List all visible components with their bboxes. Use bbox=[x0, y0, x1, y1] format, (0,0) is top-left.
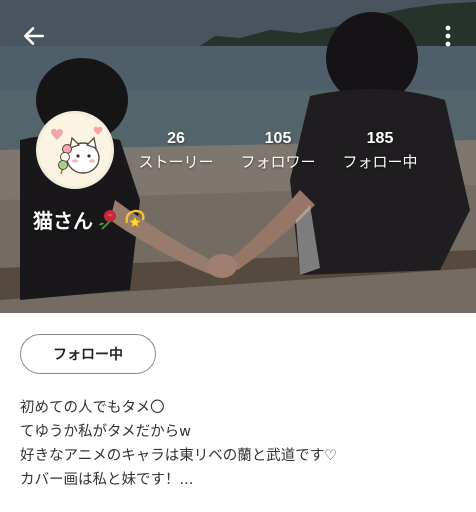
stories-count: 26 bbox=[167, 130, 185, 147]
following-label: フォロー中 bbox=[342, 153, 418, 171]
profile-name-row: 猫さん bbox=[33, 204, 147, 234]
dizzy-star-icon bbox=[125, 209, 145, 228]
stat-following[interactable]: 185 フォロー中 bbox=[329, 129, 431, 173]
profile-bio: 初めての人でもタメ〇 てゆうか私がタメだからw 好きなアニメのキャラは東リベの蘭… bbox=[20, 396, 460, 492]
stories-label: ストーリー bbox=[138, 153, 214, 171]
stat-stories[interactable]: 26 ストーリー bbox=[125, 129, 227, 173]
profile-name: 猫さん bbox=[33, 208, 93, 233]
following-count: 185 bbox=[366, 130, 394, 147]
following-button[interactable]: フォロー中 bbox=[20, 334, 156, 374]
more-vertical-icon bbox=[445, 25, 451, 47]
followers-label: フォロワー bbox=[240, 153, 316, 171]
cat-avatar-icon bbox=[39, 114, 111, 186]
rose-emoji-icon bbox=[99, 210, 116, 230]
bio-line: 好きなアニメのキャラは東リベの蘭と武道です♡ bbox=[20, 448, 338, 464]
arrow-left-icon bbox=[24, 27, 44, 45]
bio-line[interactable]: カバー画は私と妹です！... bbox=[20, 468, 460, 492]
more-options-button[interactable] bbox=[440, 20, 456, 52]
back-button[interactable] bbox=[18, 20, 50, 52]
profile-stats: 26 ストーリー 105 フォロワー 185 フォロー中 bbox=[128, 129, 434, 173]
bio-line: 初めての人でもタメ〇 bbox=[20, 400, 165, 416]
bio-line: てゆうか私がタメだからw bbox=[20, 424, 191, 440]
followers-count: 105 bbox=[264, 130, 292, 147]
stat-followers[interactable]: 105 フォロワー bbox=[227, 129, 329, 173]
avatar[interactable] bbox=[36, 111, 114, 189]
